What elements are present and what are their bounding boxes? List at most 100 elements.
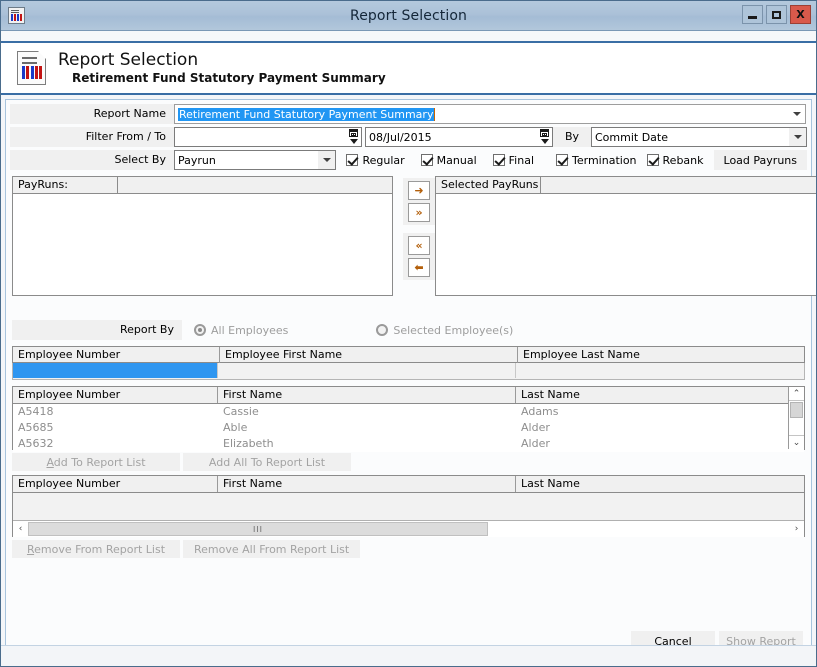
scroll-up-icon[interactable]: ⌃ bbox=[789, 387, 804, 401]
available-employees-header: Employee Number First Name Last Name bbox=[13, 387, 804, 404]
report-chart-icon bbox=[17, 51, 46, 85]
selected-payruns-header: Selected PayRuns bbox=[436, 177, 816, 194]
table-row[interactable]: A5685 Able Alder bbox=[13, 420, 804, 436]
employee-search-header: Employee Number Employee First Name Empl… bbox=[12, 346, 805, 363]
filter-range-row: Filter From / To 08/Jul/2015 By Commit D… bbox=[6, 127, 811, 147]
radio-selected-employees-label: Selected Employee(s) bbox=[393, 323, 514, 337]
search-col-first-name[interactable]: Employee First Name bbox=[220, 347, 518, 363]
add-all-to-report-list-button[interactable]: Add All To Report List bbox=[183, 453, 351, 471]
move-left-button[interactable]: ⬅ bbox=[408, 258, 430, 277]
radio-selected-employees-button[interactable] bbox=[376, 324, 389, 336]
checkbox-regular-box[interactable] bbox=[346, 154, 359, 166]
report-name-combo[interactable]: Retirement Fund Statutory Payment Summar… bbox=[174, 104, 806, 124]
radio-all-employees[interactable]: All Employees bbox=[194, 324, 288, 337]
report-list-horizontal-scrollbar[interactable]: ‹ III › bbox=[13, 520, 804, 537]
checkbox-final[interactable]: Final bbox=[492, 154, 534, 167]
chevron-down-icon[interactable] bbox=[318, 151, 336, 169]
search-col-last-name[interactable]: Employee Last Name bbox=[518, 347, 804, 363]
checkbox-manual-box[interactable] bbox=[420, 154, 433, 166]
available-employees-grid[interactable]: Employee Number First Name Last Name A54… bbox=[12, 386, 805, 452]
checkbox-rebank[interactable]: Rebank bbox=[646, 153, 704, 167]
radio-all-employees-button[interactable] bbox=[194, 324, 206, 336]
checkbox-final-box[interactable] bbox=[492, 154, 505, 166]
checkbox-rebank-label: Rebank bbox=[662, 153, 704, 167]
remove-buttons-row: Remove From Report List Remove All From … bbox=[12, 540, 805, 558]
maximize-button[interactable] bbox=[766, 5, 787, 24]
report-col-last-name[interactable]: Last Name bbox=[516, 476, 804, 492]
selected-payruns-column-header[interactable]: Selected PayRuns bbox=[436, 177, 541, 193]
report-selection-window: Report Selection X Report Selection Reti… bbox=[0, 0, 817, 667]
window-report-chart-icon bbox=[8, 7, 25, 24]
report-name-label: Report Name bbox=[10, 104, 174, 124]
available-payruns-body[interactable] bbox=[13, 194, 392, 294]
checkbox-regular-label: Regular bbox=[362, 153, 405, 167]
filter-from-date-input[interactable] bbox=[174, 127, 362, 147]
selected-payruns-body[interactable] bbox=[436, 194, 816, 294]
hscroll-track[interactable]: III bbox=[28, 521, 789, 537]
checkbox-termination[interactable]: Termination bbox=[556, 154, 637, 167]
report-list-grid[interactable]: Employee Number First Name Last Name ‹ I… bbox=[12, 475, 805, 537]
scroll-left-icon[interactable]: ‹ bbox=[13, 521, 28, 537]
checkbox-manual[interactable]: Manual bbox=[420, 153, 477, 167]
page-subtitle: Retirement Fund Statutory Payment Summar… bbox=[72, 70, 386, 85]
checkbox-manual-label: Manual bbox=[436, 153, 477, 167]
move-all-right-button[interactable]: » bbox=[408, 203, 430, 222]
scroll-right-icon[interactable]: › bbox=[789, 521, 804, 537]
toolbar-strip bbox=[1, 31, 816, 43]
payruns-column-header[interactable]: PayRuns: bbox=[13, 177, 118, 193]
selected-payruns-list[interactable]: Selected PayRuns bbox=[435, 176, 816, 296]
filter-to-date-input[interactable]: 08/Jul/2015 bbox=[365, 127, 553, 147]
selected-payruns-column-filler[interactable] bbox=[541, 177, 816, 193]
spin-down-icon[interactable] bbox=[350, 139, 358, 144]
checkbox-termination-box[interactable] bbox=[556, 154, 569, 166]
report-col-employee-number[interactable]: Employee Number bbox=[13, 476, 218, 492]
chevron-down-icon[interactable] bbox=[789, 128, 806, 146]
search-col-employee-number[interactable]: Employee Number bbox=[13, 347, 220, 363]
move-all-left-button[interactable]: « bbox=[408, 236, 430, 255]
checkbox-rebank-box[interactable] bbox=[646, 154, 659, 166]
cell-first-name: Elizabeth bbox=[223, 437, 274, 450]
scroll-down-icon[interactable]: ⌄ bbox=[789, 435, 804, 449]
page-header: Report Selection Retirement Fund Statuto… bbox=[1, 43, 816, 95]
page-title: Report Selection bbox=[58, 49, 199, 70]
available-employees-vertical-scrollbar[interactable]: ⌃ ⌄ bbox=[788, 387, 804, 449]
available-col-last-name[interactable]: Last Name bbox=[516, 387, 804, 403]
available-col-first-name[interactable]: First Name bbox=[218, 387, 516, 403]
filter-to-value: 08/Jul/2015 bbox=[369, 130, 432, 144]
add-to-report-list-button[interactable]: Add To Report List bbox=[12, 453, 180, 471]
form-section: Report Name Retirement Fund Statutory Pa… bbox=[6, 100, 811, 170]
close-button[interactable]: X bbox=[790, 5, 811, 24]
payruns-column-filler[interactable] bbox=[118, 177, 392, 193]
by-field-combo[interactable]: Commit Date bbox=[591, 127, 807, 147]
calendar-icon bbox=[349, 129, 358, 137]
select-by-row: Select By Payrun Regular Manual Final Te… bbox=[6, 150, 811, 170]
checkbox-regular[interactable]: Regular bbox=[346, 153, 405, 167]
cell-employee-number: A5685 bbox=[18, 421, 54, 434]
available-col-employee-number[interactable]: Employee Number bbox=[13, 387, 218, 403]
search-filter-last-name[interactable] bbox=[516, 363, 804, 378]
chevron-down-icon[interactable] bbox=[788, 105, 805, 123]
select-by-value: Payrun bbox=[178, 153, 216, 167]
spin-down-icon[interactable] bbox=[541, 139, 549, 144]
report-col-first-name[interactable]: First Name bbox=[218, 476, 516, 492]
remove-all-from-report-list-button[interactable]: Remove All From Report List bbox=[183, 540, 361, 558]
report-list-header: Employee Number First Name Last Name bbox=[13, 476, 804, 493]
search-filter-employee-number[interactable] bbox=[13, 363, 218, 378]
radio-selected-employees[interactable]: Selected Employee(s) bbox=[376, 324, 513, 337]
cell-employee-number: A5632 bbox=[18, 437, 54, 450]
transfer-add-group: ➜ » bbox=[403, 178, 435, 225]
available-payruns-list[interactable]: PayRuns: bbox=[12, 176, 393, 296]
table-row[interactable]: A5418 Cassie Adams bbox=[13, 404, 804, 420]
minimize-button[interactable] bbox=[742, 5, 763, 24]
search-filter-first-name[interactable] bbox=[218, 363, 516, 378]
report-list-body[interactable] bbox=[13, 493, 804, 520]
cell-last-name: Alder bbox=[521, 421, 550, 434]
move-right-button[interactable]: ➜ bbox=[408, 181, 430, 200]
load-payruns-button[interactable]: Load Payruns bbox=[713, 150, 807, 170]
remove-from-report-list-button[interactable]: Remove From Report List bbox=[12, 540, 180, 558]
select-by-combo[interactable]: Payrun bbox=[174, 150, 337, 170]
cell-employee-number: A5418 bbox=[18, 405, 54, 418]
table-row[interactable]: A5632 Elizabeth Alder bbox=[13, 436, 804, 452]
hscroll-thumb[interactable]: III bbox=[28, 522, 488, 536]
scroll-thumb[interactable] bbox=[790, 402, 803, 418]
